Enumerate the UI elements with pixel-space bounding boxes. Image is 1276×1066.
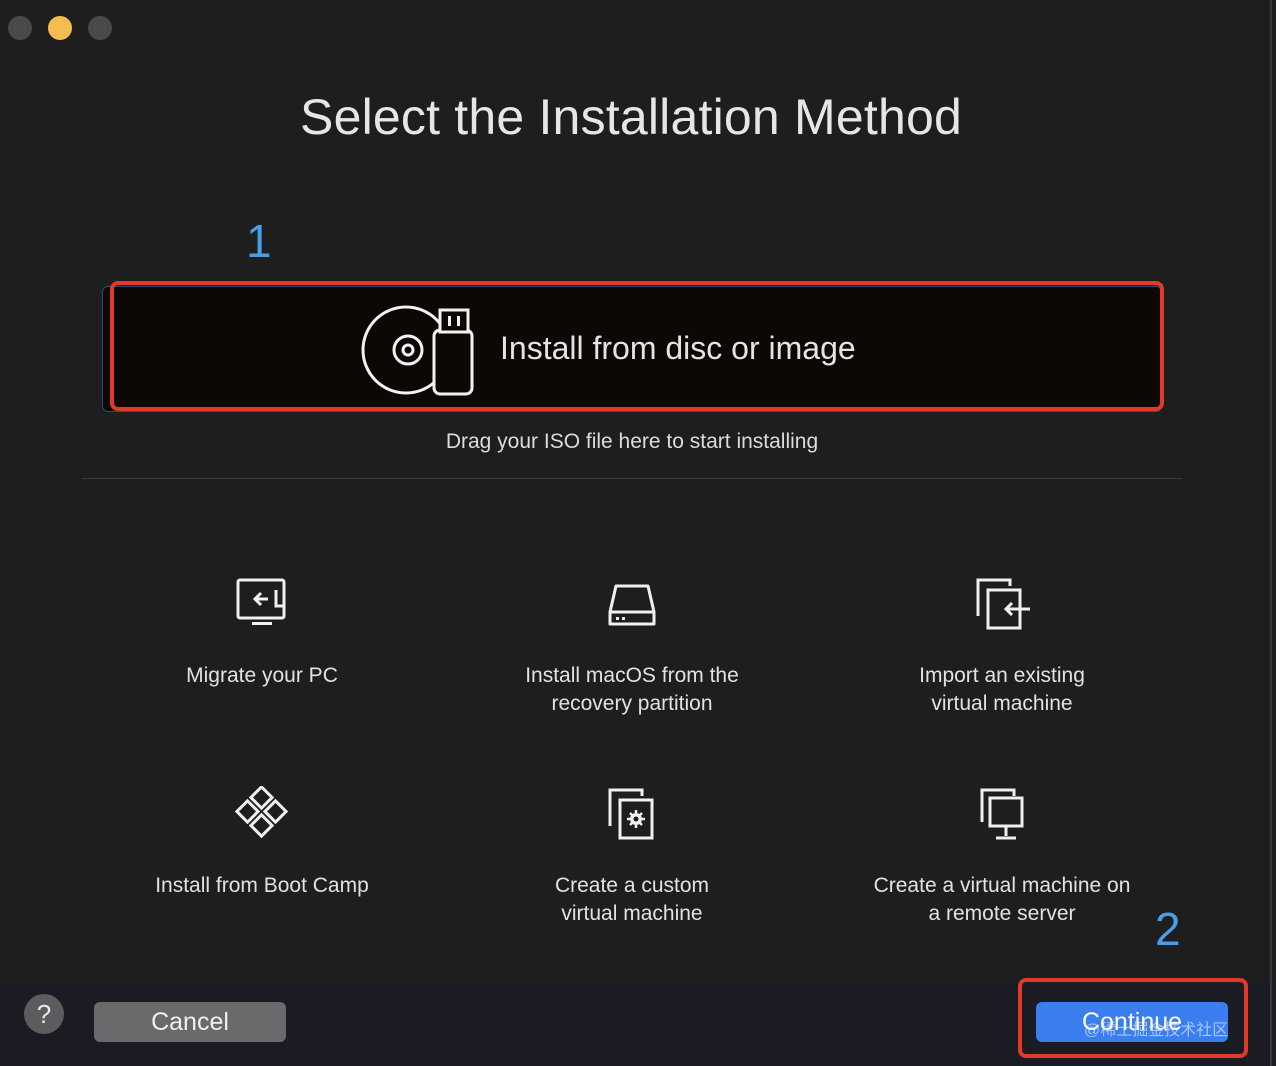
migrate-pc-icon xyxy=(236,578,286,625)
watermark: @稀土掘金技术社区 xyxy=(1084,1022,1229,1039)
option-label: Import an existing virtual machine xyxy=(919,664,1085,715)
page-title: Select the Installation Method xyxy=(300,89,962,145)
option-install-macos-recovery[interactable]: Install macOS from the recovery partitio… xyxy=(452,576,812,718)
bootcamp-icon xyxy=(234,786,289,839)
zoom-button[interactable] xyxy=(88,16,112,40)
minimize-button[interactable] xyxy=(48,16,72,40)
cancel-button[interactable]: Cancel xyxy=(94,1002,286,1042)
divider xyxy=(82,478,1182,479)
import-vm-icon xyxy=(976,578,1030,630)
option-remote-server-vm[interactable]: Create a virtual machine on a remote ser… xyxy=(822,786,1182,928)
help-button[interactable]: ? xyxy=(24,994,64,1034)
install-from-disc-label: Install from disc or image xyxy=(500,330,856,366)
custom-vm-icon xyxy=(608,788,654,840)
option-boot-camp[interactable]: Install from Boot Camp xyxy=(82,786,442,900)
option-label: Migrate your PC xyxy=(186,664,338,687)
option-custom-vm[interactable]: Create a custom virtual machine xyxy=(452,786,812,928)
drag-iso-hint: Drag your ISO file here to start install… xyxy=(445,430,819,453)
option-import-vm[interactable]: Import an existing virtual machine xyxy=(822,576,1182,718)
remote-server-icon xyxy=(980,788,1024,840)
drive-icon xyxy=(608,584,656,626)
option-label: Create a virtual machine on a remote ser… xyxy=(873,874,1131,925)
annotation-step-2: 2 xyxy=(1155,903,1181,955)
option-label: Create a custom virtual machine xyxy=(554,874,710,925)
annotation-step-1: 1 xyxy=(246,215,272,267)
window-controls xyxy=(8,16,112,40)
installer-window: Select the Installation Method 1 Install… xyxy=(0,0,1272,1066)
option-label: Install macOS from the recovery partitio… xyxy=(525,664,739,715)
option-migrate-pc[interactable]: Migrate your PC xyxy=(82,576,442,690)
option-label: Install from Boot Camp xyxy=(155,874,369,897)
close-button[interactable] xyxy=(8,16,32,40)
disc-usb-icon xyxy=(361,305,474,396)
